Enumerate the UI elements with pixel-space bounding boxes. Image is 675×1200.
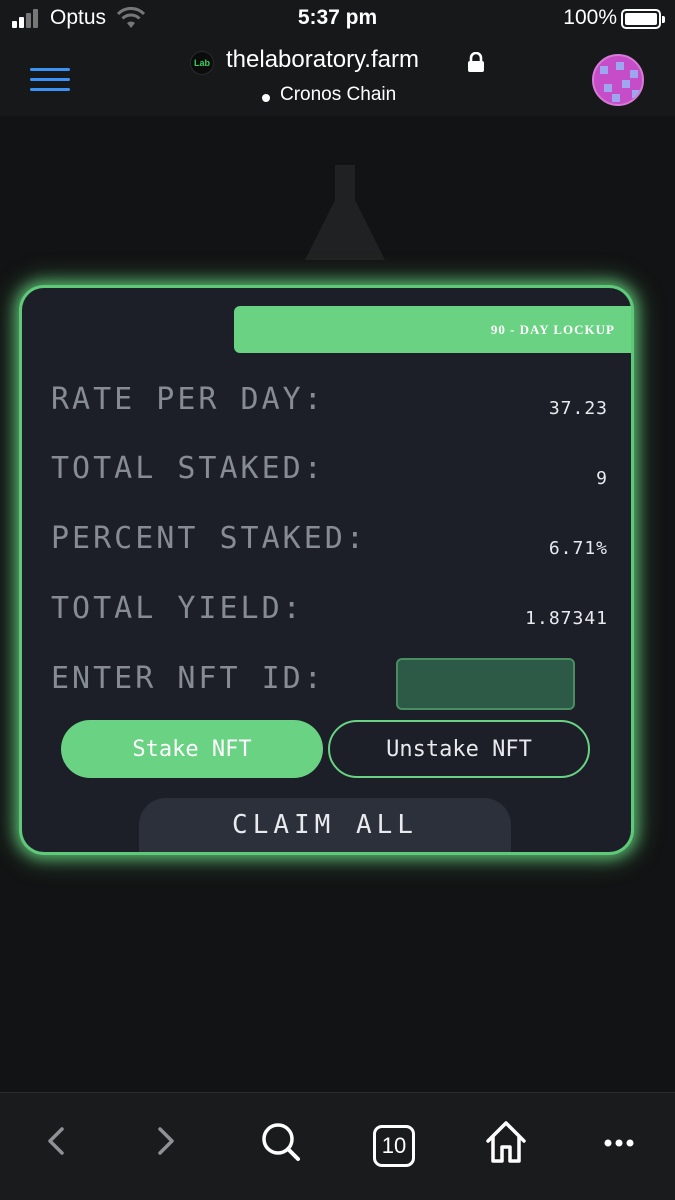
- more-icon[interactable]: [587, 1113, 651, 1169]
- network-status-dot: [262, 94, 270, 102]
- percent-staked-value: 6.71%: [548, 538, 608, 559]
- battery-icon: [621, 9, 665, 29]
- total-yield-label: TOTAL YIELD:: [51, 591, 304, 626]
- search-icon[interactable]: [248, 1113, 312, 1169]
- total-staked-value: 9: [596, 468, 608, 489]
- hamburger-menu-icon[interactable]: [30, 68, 70, 94]
- lock-icon: [468, 52, 484, 72]
- rate-per-day-value: 37.23: [548, 398, 608, 419]
- forward-icon[interactable]: [134, 1113, 198, 1169]
- background-flask-icon: [305, 165, 385, 260]
- unstake-nft-button[interactable]: Unstake NFT: [328, 720, 590, 778]
- browser-toolbar: [0, 1092, 675, 1200]
- staking-card: 90 - DAY LOCKUP RATE PER DAY: 37.23 TOTA…: [22, 288, 631, 852]
- claim-all-button[interactable]: CLAIM ALL: [139, 798, 511, 852]
- site-url[interactable]: thelaboratory.farm: [226, 46, 419, 74]
- browser-header: Lab thelaboratory.farm Cronos Chain: [0, 40, 675, 116]
- nft-id-input[interactable]: [396, 658, 575, 710]
- status-bar: Optus 5:37 pm 100%: [0, 0, 675, 40]
- rate-per-day-label: RATE PER DAY:: [51, 382, 325, 417]
- site-logo: Lab: [190, 51, 214, 75]
- back-icon[interactable]: [24, 1113, 88, 1169]
- tabs-icon[interactable]: 10: [373, 1125, 415, 1167]
- home-icon[interactable]: [474, 1113, 538, 1169]
- total-staked-label: TOTAL STAKED:: [51, 451, 325, 486]
- network-name: Cronos Chain: [280, 84, 397, 105]
- account-avatar[interactable]: [592, 54, 644, 106]
- nft-id-label: ENTER NFT ID:: [51, 661, 325, 696]
- percent-staked-label: PERCENT STAKED:: [51, 521, 367, 556]
- total-yield-value: 1.87341: [525, 608, 608, 629]
- battery-percent: 100%: [563, 6, 617, 29]
- lockup-banner: 90 - DAY LOCKUP: [234, 306, 631, 353]
- stake-nft-button[interactable]: Stake NFT: [61, 720, 323, 778]
